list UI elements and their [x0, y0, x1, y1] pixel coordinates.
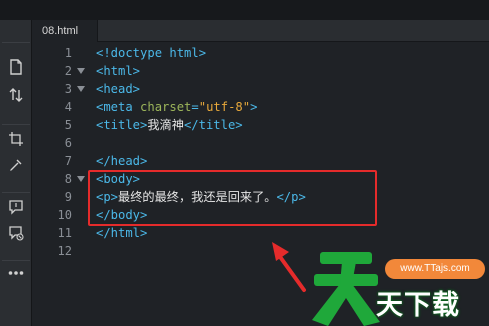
tab-bar: 08.html [32, 20, 489, 42]
toolbar-divider [2, 124, 30, 125]
toolbar-divider [2, 42, 30, 43]
line-number: 7 [64, 154, 72, 168]
line-number: 2 [64, 64, 72, 78]
line-number: 9 [64, 190, 72, 204]
eyedropper-icon[interactable] [4, 154, 28, 176]
toolbar-divider [2, 192, 30, 193]
fold-arrow-icon[interactable] [77, 68, 85, 74]
code-token-str: "utf-8" [198, 100, 251, 114]
line-number: 11 [57, 226, 72, 240]
code-token-tag: <!doctype html> [96, 46, 207, 60]
comment-icon[interactable] [4, 196, 28, 218]
code-line[interactable]: </head> [96, 152, 147, 170]
code-editor-window: 08.html 1 2 3 4 5 6 7 8 9 10 11 12 <!doctype html> <… [0, 0, 489, 326]
fold-arrow-icon[interactable] [77, 86, 85, 92]
toolbar-divider [2, 260, 30, 261]
line-number: 8 [64, 172, 72, 186]
line-number: 5 [64, 118, 72, 132]
left-toolbar [0, 20, 32, 326]
code-token-tag: <head> [96, 82, 141, 96]
comment-delete-icon[interactable] [4, 222, 28, 244]
title-strip [0, 0, 489, 20]
line-number: 12 [57, 244, 72, 258]
fold-arrow-icon[interactable] [77, 176, 85, 182]
crop-icon[interactable] [4, 128, 28, 150]
code-token-tag: </head> [96, 154, 148, 168]
file-tab[interactable]: 08.html [32, 20, 98, 42]
line-number-gutter: 1 2 3 4 5 6 7 8 9 10 11 12 [32, 42, 92, 326]
new-file-icon[interactable] [4, 56, 28, 78]
code-token-tag: <title> [96, 118, 148, 132]
arrow-annotation [272, 242, 306, 292]
code-line[interactable]: <html> [96, 62, 140, 80]
line-number: 6 [64, 136, 72, 150]
code-token-tag: <html> [96, 64, 141, 78]
highlight-box [88, 170, 377, 226]
sort-icon[interactable] [4, 84, 28, 106]
line-number: 4 [64, 100, 72, 114]
code-line[interactable]: <meta charset="utf-8"> [96, 98, 257, 116]
code-line[interactable]: </html> [96, 224, 147, 242]
code-token-tag: </html> [96, 226, 148, 240]
more-icon[interactable] [4, 262, 28, 284]
code-token-tag: <meta [96, 100, 141, 114]
line-number: 1 [64, 46, 72, 60]
code-token-tag: </title> [183, 118, 243, 132]
code-token-tag: > [250, 100, 258, 114]
code-token-attr: charset [140, 100, 192, 114]
code-line[interactable]: <title>我滴神</title> [96, 116, 243, 134]
watermark-text: 天下载 [376, 290, 460, 321]
code-line[interactable]: <!doctype html> [96, 44, 206, 62]
code-token-txt: 我滴神 [147, 118, 184, 132]
code-token-tag: = [191, 100, 199, 114]
watermark-url: www.TTajs.com [385, 259, 485, 279]
line-number: 10 [57, 208, 72, 222]
line-number: 3 [64, 82, 72, 96]
code-line[interactable]: <head> [96, 80, 140, 98]
